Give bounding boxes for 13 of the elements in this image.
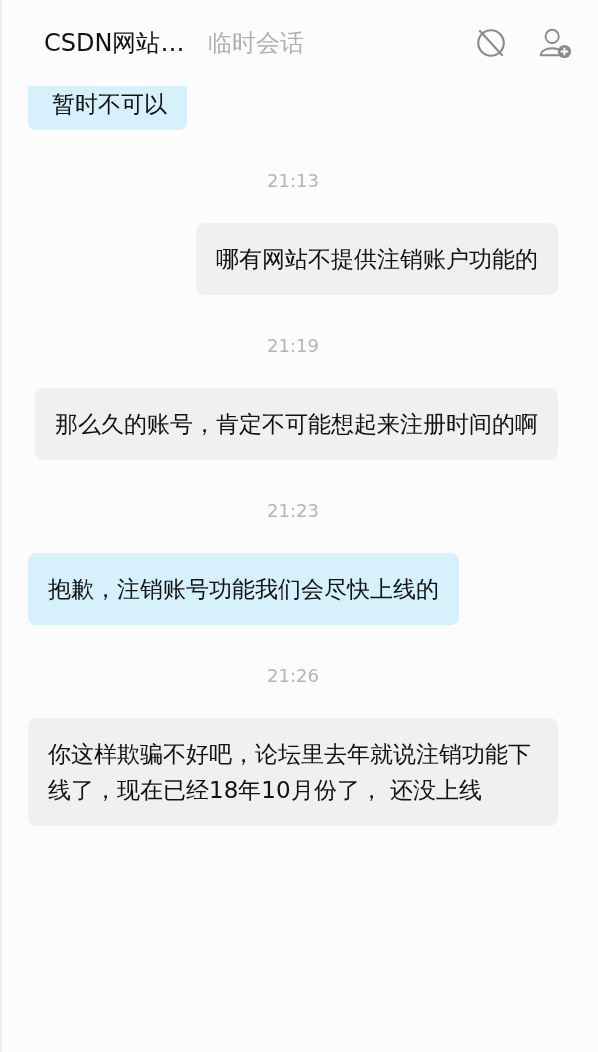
received-message-bubble: 暂时不可以 — [28, 86, 187, 130]
timestamp: 21:13 — [266, 170, 320, 191]
sent-message-bubble: 哪有网站不提供注销账户功能的 — [196, 223, 558, 295]
timestamp: 21:26 — [266, 665, 320, 686]
chat-subtitle: 临时会话 — [208, 28, 305, 59]
received-message-bubble: 抱歉，注销账号功能我们会尽快上线的 — [28, 553, 459, 625]
block-icon[interactable] — [474, 26, 508, 60]
timestamp: 21:23 — [266, 500, 320, 521]
add-user-icon[interactable] — [538, 26, 572, 60]
sent-message-bubble: 那么久的账号，肯定不可能想起来注册时间的啊 — [35, 388, 558, 460]
chat-title: CSDN网站… — [44, 28, 185, 59]
sent-message-bubble: 你这样欺骗不好吧，论坛里去年就说注销功能下线了，现在已经18年10月份了， 还没上线 — [28, 718, 558, 826]
timestamp: 21:19 — [266, 335, 320, 356]
